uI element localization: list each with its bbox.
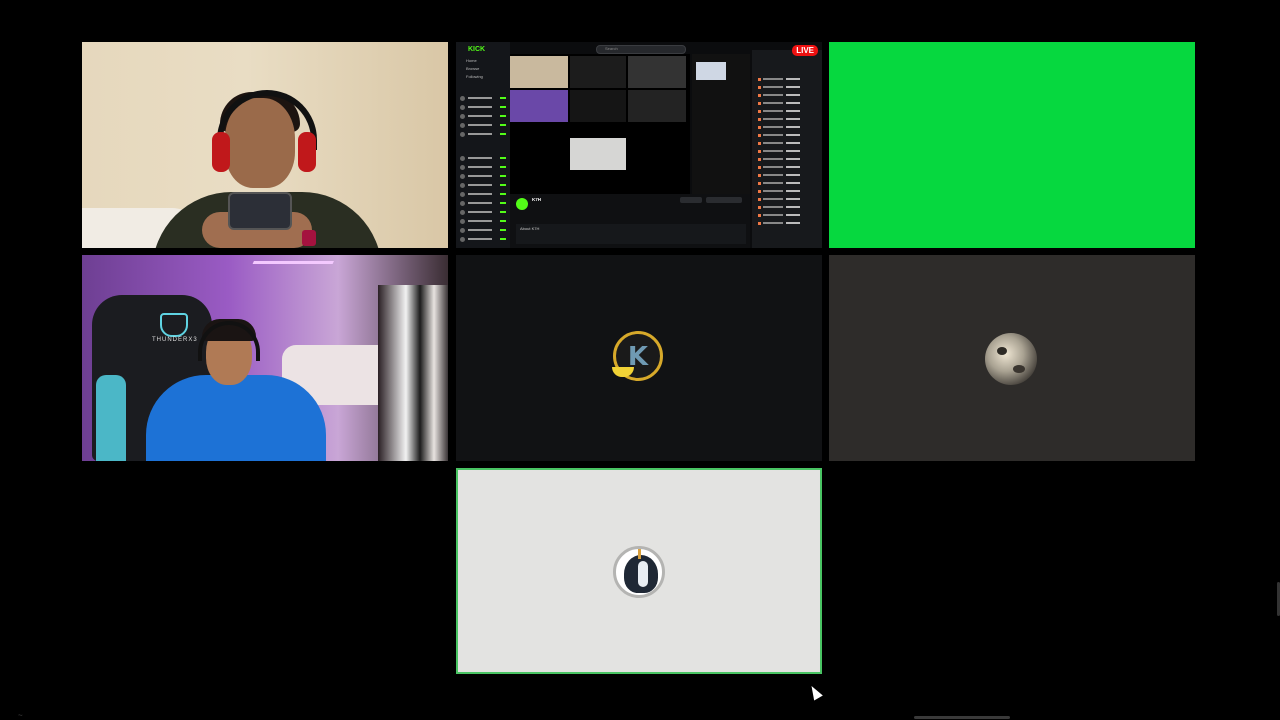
- video-tile-participant-1[interactable]: [82, 42, 448, 248]
- mini-tile: [570, 138, 626, 170]
- mini-tile: [628, 56, 686, 88]
- chair-brand-text: THUNDERX3: [152, 337, 198, 343]
- video-tile-participant-7-active[interactable]: [456, 468, 822, 674]
- horizontal-scrollbar[interactable]: [914, 716, 1010, 719]
- headphones-left: [212, 132, 230, 172]
- shirt-badge: [302, 230, 316, 246]
- nav-following: Following: [466, 74, 483, 79]
- channel-row: [460, 237, 506, 242]
- nav-browse: Browse: [466, 66, 480, 71]
- channel-row: [460, 228, 506, 233]
- mini-tile: [570, 90, 626, 122]
- profile-avatar-icon: [613, 546, 665, 598]
- stream-info: K7H About K7H: [510, 194, 750, 248]
- video-tile-screenshare[interactable]: KICK Home Browse Following Search LIVE K…: [456, 42, 822, 248]
- channel-row: [460, 174, 506, 179]
- participant-body: [146, 375, 326, 461]
- channel-row: [460, 96, 506, 101]
- mini-tile: [510, 56, 568, 88]
- screenshare-search: Search: [596, 45, 686, 54]
- mini-tile: [570, 56, 626, 88]
- mini-tile: [510, 90, 568, 122]
- channel-row: [460, 123, 506, 128]
- moon-crater: [1013, 365, 1025, 373]
- moon-crater: [997, 347, 1007, 355]
- mouse-cursor-icon: [807, 683, 823, 701]
- headphones-right: [298, 132, 316, 172]
- chair-logo: [160, 313, 188, 337]
- streamer-name: K7H: [532, 197, 542, 202]
- channel-row: [460, 192, 506, 197]
- about-section: About K7H: [516, 224, 746, 244]
- video-tile-participant-3[interactable]: [829, 42, 1195, 248]
- live-badge: LIVE: [792, 45, 818, 56]
- screenshare-sidebar: KICK Home Browse Following: [456, 42, 510, 248]
- channel-row: [460, 132, 506, 137]
- mini-tile: [628, 90, 686, 122]
- clothes-rack: [378, 285, 448, 461]
- channel-row: [460, 210, 506, 215]
- channel-row: [460, 201, 506, 206]
- channel-row: [460, 114, 506, 119]
- kick-logo: KICK: [468, 46, 486, 53]
- video-tile-participant-6[interactable]: [829, 255, 1195, 461]
- channel-row: [460, 156, 506, 161]
- video-tile-participant-5[interactable]: K: [456, 255, 822, 461]
- screenshare-info-pane: [692, 54, 750, 194]
- follow-button: [680, 197, 702, 203]
- neon-light: [246, 261, 334, 278]
- subscribe-button: [706, 197, 742, 203]
- phone: [228, 192, 292, 230]
- moon-avatar-icon: [985, 333, 1037, 385]
- nav-home: Home: [466, 58, 477, 63]
- channel-row: [460, 183, 506, 188]
- streamer-avatar: [516, 198, 528, 210]
- screenshare-stream-view: [510, 54, 690, 194]
- channel-row: [460, 219, 506, 224]
- video-tile-participant-4[interactable]: THUNDERX3: [82, 255, 448, 461]
- screenshare-chat: [752, 50, 822, 248]
- channel-row: [460, 165, 506, 170]
- footer-text: ~: [18, 711, 23, 720]
- channel-row: [460, 105, 506, 110]
